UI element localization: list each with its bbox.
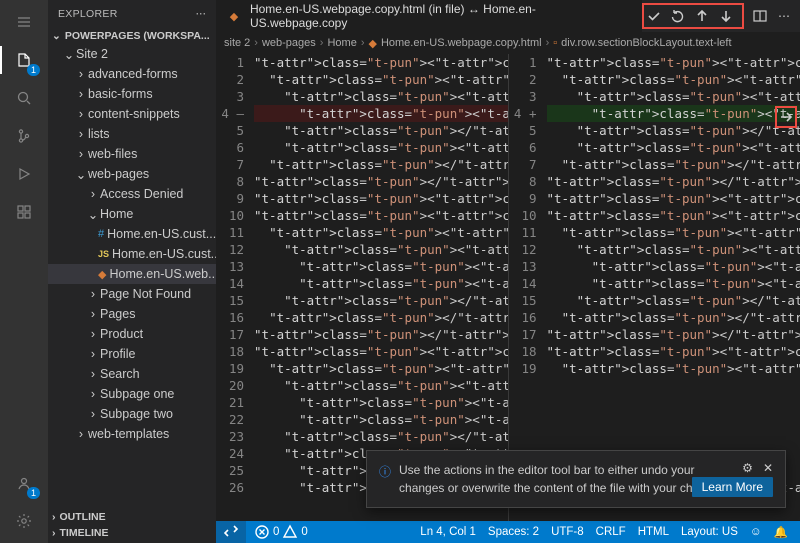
close-icon[interactable]: ✕ <box>763 461 773 475</box>
info-icon: ⓘ <box>379 463 391 497</box>
tree-folder[interactable]: ›Profile <box>48 344 216 364</box>
indent-indicator[interactable]: Spaces: 2 <box>488 525 539 539</box>
explorer-title: EXPLORER <box>58 8 196 20</box>
tab-bar: ◆ Home.en-US.webpage.copy.html (in file)… <box>216 0 800 32</box>
tree-folder[interactable]: ›Subpage one <box>48 384 216 404</box>
tree-folder[interactable]: ›web-files <box>48 144 216 164</box>
tree-folder[interactable]: ›Access Denied <box>48 184 216 204</box>
more-icon[interactable]: ⋯ <box>196 8 207 20</box>
tree-folder[interactable]: ›web-templates <box>48 424 216 444</box>
language-indicator[interactable]: HTML <box>638 525 669 539</box>
toast-message: Use the actions in the editor tool bar t… <box>399 461 734 497</box>
search-icon[interactable] <box>10 84 38 112</box>
source-control-icon[interactable] <box>10 122 38 150</box>
account-icon[interactable]: 1 <box>10 469 38 497</box>
activity-bar: 1 1 <box>0 0 48 543</box>
encoding-indicator[interactable]: UTF-8 <box>551 525 584 539</box>
eol-indicator[interactable]: CRLF <box>596 525 626 539</box>
accept-icon[interactable] <box>644 6 664 26</box>
remote-indicator[interactable] <box>216 521 246 543</box>
tree-folder[interactable]: ›Subpage two <box>48 404 216 424</box>
breadcrumb[interactable]: site 2› web-pages› Home› ◆Home.en-US.web… <box>216 32 800 54</box>
tree-folder-home[interactable]: ⌄Home <box>48 204 216 224</box>
notification-toast: ⓘ Use the actions in the editor tool bar… <box>366 450 786 508</box>
outline-section[interactable]: ›OUTLINE <box>48 509 216 525</box>
layout-indicator[interactable]: Layout: US <box>681 525 738 539</box>
problems-indicator[interactable]: 0 0 <box>254 524 308 540</box>
gear-icon[interactable]: ⚙ <box>742 461 753 475</box>
html-file-icon: ◆ <box>226 10 242 23</box>
tree-file-active[interactable]: ◆Home.en-US.web... <box>48 264 216 284</box>
feedback-icon[interactable]: ☺ <box>750 525 762 539</box>
tree-folder[interactable]: ›Pages <box>48 304 216 324</box>
goto-change-icon[interactable] <box>775 106 797 128</box>
workspace-header[interactable]: ⌄ POWERPAGES (WORKSPA... <box>48 28 216 44</box>
tree-folder[interactable]: ›Product <box>48 324 216 344</box>
debug-icon[interactable] <box>10 160 38 188</box>
timeline-section[interactable]: ›TIMELINE <box>48 525 216 541</box>
tree-folder[interactable]: ›content-snippets <box>48 104 216 124</box>
tree-file[interactable]: #Home.en-US.cust... <box>48 224 216 244</box>
cursor-position[interactable]: Ln 4, Col 1 <box>420 525 476 539</box>
revert-icon[interactable] <box>668 6 688 26</box>
tab-title: Home.en-US.webpage.copy.html (in file) ↔… <box>250 2 632 30</box>
learn-more-button[interactable]: Learn More <box>692 477 773 497</box>
arrow-down-icon[interactable] <box>716 6 736 26</box>
chevron-down-icon: ⌄ <box>52 30 61 42</box>
status-bar: 0 0 Ln 4, Col 1 Spaces: 2 UTF-8 CRLF HTM… <box>216 521 800 543</box>
extensions-icon[interactable] <box>10 198 38 226</box>
tree-folder-site[interactable]: ⌄Site 2 <box>48 44 216 64</box>
tree-folder-webpages[interactable]: ⌄web-pages <box>48 164 216 184</box>
tree-file[interactable]: JSHome.en-US.cust... <box>48 244 216 264</box>
workspace-name: POWERPAGES (WORKSPA... <box>65 30 210 42</box>
tree-folder[interactable]: ›Page Not Found <box>48 284 216 304</box>
tree-folder[interactable]: ›advanced-forms <box>48 64 216 84</box>
arrow-up-icon[interactable] <box>692 6 712 26</box>
more-actions-icon[interactable]: ⋯ <box>774 6 794 26</box>
explorer-icon[interactable]: 1 <box>10 46 38 74</box>
tree-folder[interactable]: ›basic-forms <box>48 84 216 104</box>
diff-actions-highlight <box>642 3 744 29</box>
tree-folder[interactable]: ›lists <box>48 124 216 144</box>
sidebar: EXPLORER ⋯ ⌄ POWERPAGES (WORKSPA... ⌄Sit… <box>48 0 216 543</box>
editor-area: ◆ Home.en-US.webpage.copy.html (in file)… <box>216 0 800 543</box>
tree-folder[interactable]: ›Search <box>48 364 216 384</box>
editor-tab[interactable]: ◆ Home.en-US.webpage.copy.html (in file)… <box>216 0 642 32</box>
split-editor-icon[interactable] <box>750 6 770 26</box>
menu-icon[interactable] <box>10 8 38 36</box>
file-tree: ⌄Site 2 ›advanced-forms ›basic-forms ›co… <box>48 44 216 509</box>
settings-icon[interactable] <box>10 507 38 535</box>
bell-icon[interactable]: 🔔 <box>774 525 788 539</box>
